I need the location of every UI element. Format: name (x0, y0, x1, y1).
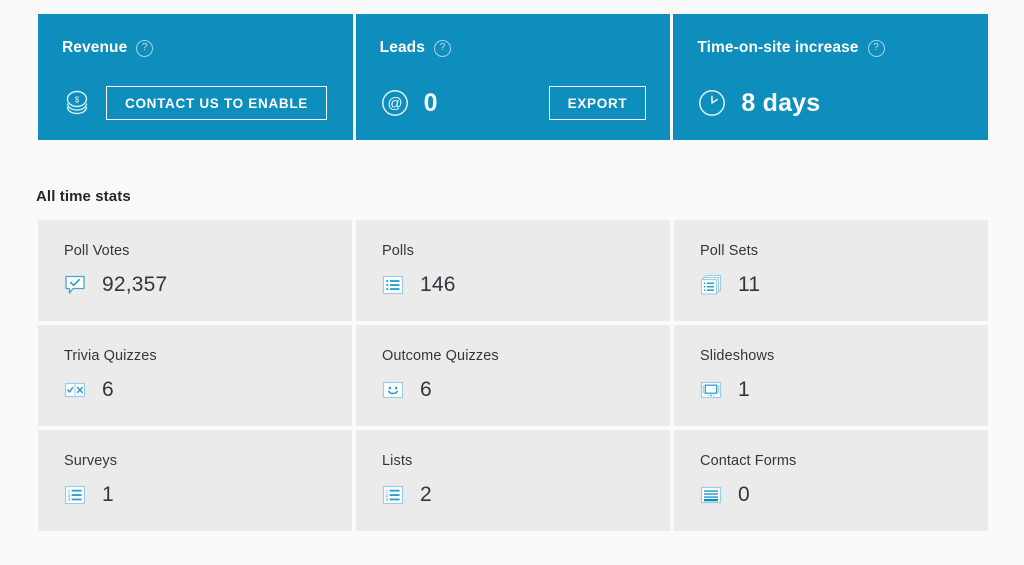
leads-title-row: Leads ? (380, 38, 647, 58)
stat-cell-poll-votes: Poll Votes 92,357 (38, 220, 352, 321)
stat-label: Surveys (64, 453, 118, 469)
contact-form-icon (700, 486, 722, 504)
stat-cell-poll-sets: Poll Sets 11 (674, 220, 988, 321)
all-time-stats-heading: All time stats (36, 188, 131, 205)
stat-value: 6 (420, 378, 432, 401)
stat-cell-trivia-quizzes: Trivia Quizzes 6 (38, 325, 352, 426)
help-icon[interactable]: ? (867, 39, 885, 57)
at-sign-circle-icon: @ (381, 90, 408, 116)
stat-cell-lists: Lists 1 2 3 2 (356, 430, 670, 531)
stat-body: 1 2 3 2 (382, 483, 670, 507)
smiley-face-icon (382, 381, 404, 399)
stat-body: 6 (382, 378, 670, 402)
stat-label: Contact Forms (700, 453, 797, 469)
stat-value: 11 (738, 273, 761, 296)
svg-text:3: 3 (68, 497, 71, 502)
all-time-stats-grid: Poll Votes 92,357 Polls 146 Poll Sets 11… (38, 220, 988, 531)
clock-icon (699, 90, 726, 116)
numbered-list-icon: 1 2 3 (382, 485, 404, 505)
stat-value: 6 (102, 378, 114, 401)
coins-stack-icon: $ (66, 90, 88, 115)
stat-label: Slideshows (700, 348, 775, 364)
contact-us-to-enable-button[interactable]: CONTACT US TO ENABLE (106, 86, 328, 120)
highlight-card-time-on-site: Time-on-site increase ? 8 days (673, 14, 989, 140)
stat-cell-outcome-quizzes: Outcome Quizzes 6 (356, 325, 670, 426)
numbered-list-icon: 1 2 3 (64, 485, 86, 505)
time-on-site-value: 8 days (741, 89, 821, 117)
stat-value: 0 (738, 483, 750, 506)
stat-body: 0 (700, 483, 988, 507)
stat-value: 92,357 (102, 273, 168, 296)
stat-cell-slideshows: Slideshows 1 (674, 325, 988, 426)
stat-label: Outcome Quizzes (382, 348, 499, 364)
leads-body: @ 0 EXPORT (380, 82, 647, 124)
stat-body: 6 (64, 378, 352, 402)
highlight-card-leads: Leads ? @ 0 EXPORT (355, 14, 671, 140)
stat-body: 146 (382, 273, 670, 297)
speech-bubble-check-icon (65, 275, 85, 294)
stat-label: Poll Sets (700, 243, 759, 259)
svg-text:@: @ (387, 95, 402, 112)
revenue-title: Revenue (62, 39, 128, 56)
bullet-list-icon (382, 275, 404, 295)
slideshow-carousel-icon (700, 381, 722, 399)
stat-value: 2 (420, 483, 432, 506)
time-on-site-body: 8 days (697, 82, 964, 124)
revenue-body: $ CONTACT US TO ENABLE (62, 82, 329, 124)
check-cross-icon (64, 382, 86, 398)
svg-text:$: $ (75, 96, 80, 105)
stat-body: 1 (700, 378, 988, 402)
stat-value: 146 (420, 273, 456, 296)
stat-value: 1 (102, 483, 114, 506)
stat-body: 1 2 3 1 (64, 483, 352, 507)
stacked-lists-icon (700, 274, 722, 295)
revenue-title-row: Revenue ? (62, 38, 329, 58)
time-on-site-title-row: Time-on-site increase ? (697, 38, 964, 58)
stat-value: 1 (738, 378, 750, 401)
stat-label: Polls (382, 243, 414, 259)
highlight-cards-row: Revenue ? $ CONTACT US TO ENABLE Leads ? (38, 14, 989, 140)
stat-label: Poll Votes (64, 243, 130, 259)
help-icon[interactable]: ? (136, 39, 154, 57)
leads-title: Leads (379, 39, 425, 56)
stat-cell-contact-forms: Contact Forms 0 (674, 430, 988, 531)
stat-label: Lists (382, 453, 413, 469)
export-button[interactable]: EXPORT (548, 86, 647, 120)
help-icon[interactable]: ? (433, 39, 451, 57)
stat-cell-surveys: Surveys 1 2 3 1 (38, 430, 352, 531)
stats-dashboard: Revenue ? $ CONTACT US TO ENABLE Leads ? (0, 0, 1024, 565)
stat-label: Trivia Quizzes (64, 348, 157, 364)
leads-value: 0 (423, 89, 438, 117)
time-on-site-title: Time-on-site increase (697, 39, 859, 56)
stat-cell-polls: Polls 146 (356, 220, 670, 321)
highlight-card-revenue: Revenue ? $ CONTACT US TO ENABLE (38, 14, 353, 140)
svg-text:3: 3 (386, 497, 389, 502)
stat-body: 11 (700, 273, 988, 297)
stat-body: 92,357 (64, 273, 352, 297)
